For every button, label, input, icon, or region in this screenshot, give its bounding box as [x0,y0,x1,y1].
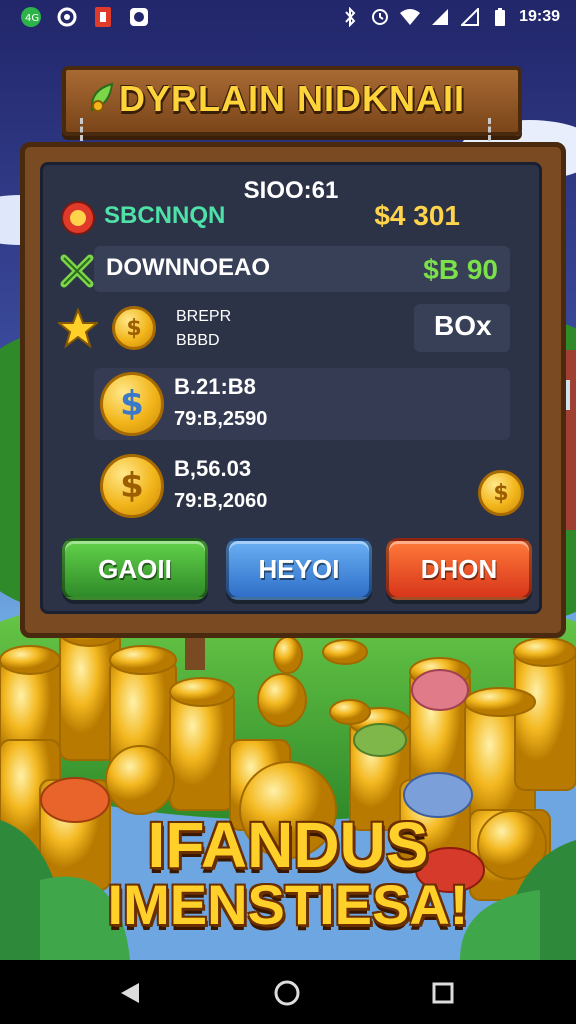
title-sign: DYRLAIN NIDKNAII [62,66,522,136]
status-bar-left: 4G [20,6,150,28]
notification-icon [128,6,150,28]
row-value: $4 301 [374,200,460,231]
svg-text:4G: 4G [25,13,39,24]
bluetooth-icon [339,6,361,28]
gaoii-button[interactable]: GAOII [62,538,208,600]
row-sbcnnqn: SBCNNQN $4 301 [104,200,504,240]
row-label-top: BREPR [176,308,232,325]
status-bar: 4G 19:39 [0,0,576,34]
signal-icon [429,6,451,28]
wifi-icon [399,6,421,28]
home-icon[interactable] [272,978,302,1008]
coin-icon: $ [112,306,156,350]
coin-icon[interactable]: $ [478,470,524,516]
app-icon: 4G [20,6,42,28]
row-label-bottom: BBBD [176,332,220,349]
green-x-icon [60,254,94,288]
coin-icon: $ [100,372,164,436]
back-icon[interactable] [115,978,145,1008]
row-brepr: $ BREPR BBBD BOx [94,302,510,354]
notification-icon [92,6,114,28]
heyoi-button[interactable]: HEYOI [226,538,372,600]
promo-line-1: IFANDUS [147,809,429,881]
row-balance-1: $ B.21:B8 79:B,2590 [94,368,510,440]
signal-icon [459,6,481,28]
row-label: DOWNNOEAO [106,254,270,281]
game-title: DYRLAIN NIDKNAII [119,78,465,119]
row-line-1: B.21:B8 [174,374,256,399]
row-downnoeao: DOWNNOEAO $B 90 [94,246,510,292]
battery-icon [489,6,511,28]
row-value: BOx [434,310,492,341]
row-balance-2: $ B,56.03 79:B,2060 $ [94,450,524,522]
row-label: SBCNNQN [104,202,226,229]
notification-icon [56,6,78,28]
status-time: 19:39 [519,8,560,25]
promo-line-2: IMENSTIESA! [107,873,469,936]
alarm-icon [369,6,391,28]
status-bar-right: 19:39 [339,6,560,28]
row-value: $B 90 [423,254,498,285]
coin-icon: $ [100,454,164,518]
row-line-2: 79:B,2060 [174,490,268,512]
red-target-icon [61,201,95,235]
recents-icon[interactable] [428,978,458,1008]
row-line-1: B,56.03 [174,456,252,481]
dhon-button[interactable]: DHON [386,538,532,600]
star-icon [58,308,98,348]
row-value-box: BOx [414,304,510,352]
navigation-bar [0,960,576,1024]
row-line-2: 79:B,2590 [174,408,268,430]
